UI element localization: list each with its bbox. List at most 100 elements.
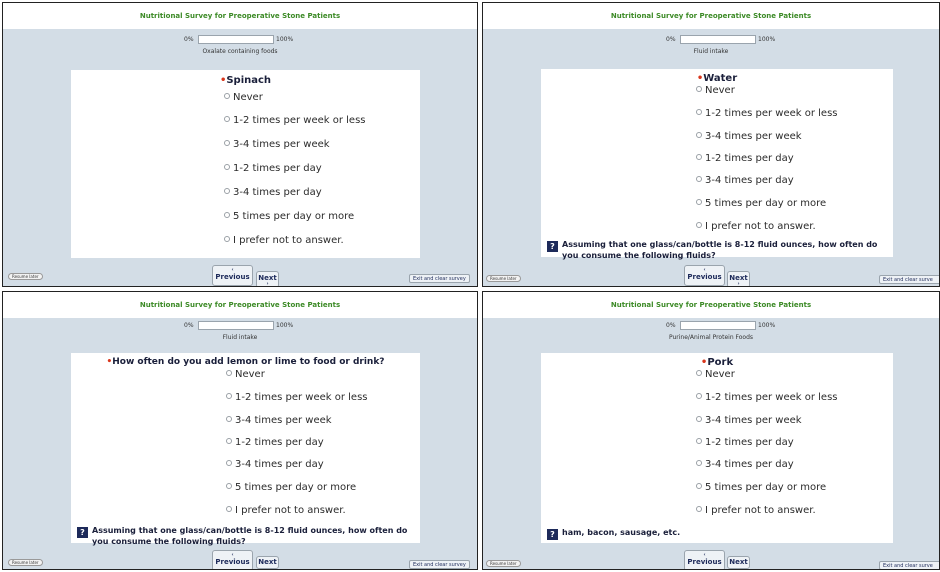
option-label: 1-2 times per week or less [233, 115, 366, 126]
question-note: ? ham, bacon, sausage, etc. [547, 529, 680, 540]
previous-button[interactable]: ‹ Previous [684, 265, 725, 286]
radio-icon[interactable] [224, 140, 230, 146]
next-label: Next [729, 558, 748, 566]
question-box: •Water Never 1-2 times per week or less … [541, 69, 893, 260]
survey-title: Nutritional Survey for Preoperative Ston… [3, 292, 477, 318]
previous-label: Previous [687, 273, 722, 281]
survey-panel-spinach: Nutritional Survey for Preoperative Ston… [2, 2, 478, 287]
previous-button[interactable]: ‹ Previous [212, 550, 253, 569]
option-3-4-week[interactable]: 3-4 times per week [226, 415, 332, 426]
option-1-2-week[interactable]: 1-2 times per week or less [696, 392, 838, 403]
question-title: •Water [541, 73, 893, 84]
help-icon[interactable]: ? [547, 241, 558, 252]
option-1-2-week[interactable]: 1-2 times per week or less [224, 115, 366, 126]
radio-icon[interactable] [696, 86, 702, 92]
radio-icon[interactable] [226, 483, 232, 489]
option-1-2-week[interactable]: 1-2 times per week or less [226, 392, 368, 403]
option-5-day[interactable]: 5 times per day or more [224, 211, 354, 222]
next-button[interactable]: Next [727, 556, 750, 569]
radio-icon[interactable] [696, 176, 702, 182]
question-text: Water [703, 73, 738, 84]
radio-icon[interactable] [696, 506, 702, 512]
previous-button[interactable]: ‹ Previous [684, 550, 725, 569]
progress-row: 0% 100% [3, 320, 477, 332]
option-1-2-week[interactable]: 1-2 times per week or less [696, 108, 838, 119]
radio-icon[interactable] [224, 188, 230, 194]
radio-icon[interactable] [226, 370, 232, 376]
option-1-2-day[interactable]: 1-2 times per day [696, 153, 794, 164]
option-never[interactable]: Never [696, 369, 735, 380]
radio-icon[interactable] [226, 438, 232, 444]
exit-survey-button[interactable]: Exit and clear survey [409, 274, 470, 283]
progress-start-label: 0% [666, 322, 676, 329]
resume-later-button[interactable]: Resume later [486, 275, 521, 282]
option-3-4-day[interactable]: 3-4 times per day [696, 459, 794, 470]
resume-later-button[interactable]: Resume later [8, 559, 43, 566]
option-prefer-not[interactable]: I prefer not to answer. [226, 505, 346, 516]
radio-icon[interactable] [226, 393, 232, 399]
option-never[interactable]: Never [696, 85, 735, 96]
option-5-day[interactable]: 5 times per day or more [696, 198, 826, 209]
option-3-4-week[interactable]: 3-4 times per week [696, 415, 802, 426]
section-heading: Oxalate containing foods [202, 48, 278, 55]
radio-icon[interactable] [696, 393, 702, 399]
option-label: 3-4 times per week [235, 415, 332, 426]
option-1-2-day[interactable]: 1-2 times per day [226, 437, 324, 448]
resume-later-button[interactable]: Resume later [8, 273, 43, 280]
radio-icon[interactable] [226, 506, 232, 512]
option-prefer-not[interactable]: I prefer not to answer. [696, 505, 816, 516]
next-button[interactable]: Next › [256, 271, 279, 286]
radio-icon[interactable] [696, 483, 702, 489]
exit-survey-button[interactable]: Exit and clear surve [879, 275, 939, 284]
option-3-4-day[interactable]: 3-4 times per day [224, 187, 322, 198]
option-3-4-day[interactable]: 3-4 times per day [696, 175, 794, 186]
option-5-day[interactable]: 5 times per day or more [696, 482, 826, 493]
option-label: 1-2 times per week or less [705, 108, 838, 119]
option-3-4-week[interactable]: 3-4 times per week [224, 139, 330, 150]
option-1-2-day[interactable]: 1-2 times per day [224, 163, 322, 174]
next-button[interactable]: Next › [727, 271, 750, 286]
exit-survey-button[interactable]: Exit and clear surve [879, 561, 939, 569]
radio-icon[interactable] [224, 116, 230, 122]
radio-icon[interactable] [224, 236, 230, 242]
radio-icon[interactable] [696, 370, 702, 376]
radio-icon[interactable] [226, 416, 232, 422]
option-never[interactable]: Never [224, 92, 263, 103]
question-note: ? Assuming that one glass/can/bottle is 8… [77, 527, 407, 546]
option-3-4-day[interactable]: 3-4 times per day [226, 459, 324, 470]
radio-icon[interactable] [696, 199, 702, 205]
radio-icon[interactable] [696, 460, 702, 466]
next-button[interactable]: Next [256, 556, 279, 569]
radio-icon[interactable] [224, 212, 230, 218]
option-1-2-day[interactable]: 1-2 times per day [696, 437, 794, 448]
radio-icon[interactable] [696, 154, 702, 160]
option-prefer-not[interactable]: I prefer not to answer. [696, 221, 816, 232]
option-label: 1-2 times per day [235, 437, 324, 448]
option-label: 3-4 times per week [705, 131, 802, 142]
question-title: •Pork [541, 357, 893, 368]
question-title: •How often do you add lemon or lime to f… [71, 357, 420, 367]
radio-icon[interactable] [696, 132, 702, 138]
question-note: ? Assuming that one glass/can/bottle is 8… [547, 241, 877, 260]
question-text: Pork [707, 357, 734, 368]
exit-survey-button[interactable]: Exit and clear survey [409, 560, 470, 569]
option-label: 1-2 times per day [233, 163, 322, 174]
radio-icon[interactable] [696, 109, 702, 115]
previous-button[interactable]: ‹ Previous [212, 265, 253, 286]
option-prefer-not[interactable]: I prefer not to answer. [224, 235, 344, 246]
radio-icon[interactable] [696, 416, 702, 422]
radio-icon[interactable] [696, 438, 702, 444]
resume-later-button[interactable]: Resume later [486, 560, 521, 567]
radio-icon[interactable] [696, 222, 702, 228]
option-label: Never [233, 92, 263, 103]
radio-icon[interactable] [226, 460, 232, 466]
radio-icon[interactable] [224, 164, 230, 170]
progress-end-label: 100% [276, 322, 294, 329]
help-icon[interactable]: ? [77, 527, 88, 538]
help-icon[interactable]: ? [547, 529, 558, 540]
option-3-4-week[interactable]: 3-4 times per week [696, 131, 802, 142]
option-never[interactable]: Never [226, 369, 265, 380]
option-5-day[interactable]: 5 times per day or more [226, 482, 356, 493]
section-heading: Purine/Animal Protein Foods [668, 334, 754, 341]
radio-icon[interactable] [224, 93, 230, 99]
